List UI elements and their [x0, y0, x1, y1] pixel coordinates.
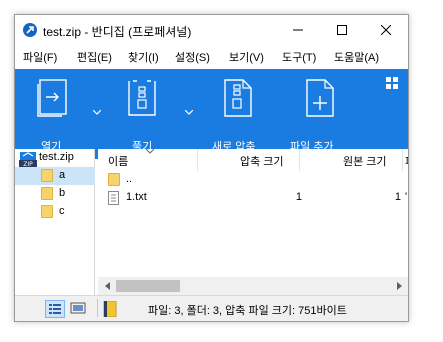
scroll-left-button[interactable] [98, 277, 116, 295]
maximize-icon [337, 25, 347, 35]
menu-tools[interactable]: 도구(T) [282, 49, 316, 65]
folder-icon [41, 205, 53, 218]
tree-item-label: b [59, 187, 66, 199]
packed-size: 1 [295, 191, 302, 203]
ribbon-toolbar: 열기 풀기 새로 압축 파일 추가 [15, 69, 408, 159]
column-header-name-label: 이름 [108, 156, 129, 168]
file-name: .. [126, 173, 133, 185]
zip-file-icon: ZIP [19, 152, 37, 167]
minimize-icon [293, 29, 303, 31]
status-bar: 파일: 3, 폴더: 3, 압축 파일 크기: 751바이트 [15, 295, 408, 321]
extract-dropdown-arrow-icon[interactable] [185, 110, 193, 115]
preview-view-button[interactable] [69, 300, 89, 318]
tree-item-label: c [59, 205, 65, 217]
tree-item-c[interactable]: c [15, 203, 95, 221]
sort-down-icon [146, 149, 154, 154]
tree-item-a[interactable]: a [15, 167, 95, 185]
text-file-icon [108, 191, 119, 205]
tree-item-label: a [59, 169, 66, 181]
bandizip-app-icon [23, 23, 37, 37]
add-file-icon [306, 79, 334, 117]
column-header-packed[interactable]: 압축 크기 [198, 149, 300, 171]
extra-value: ' [405, 191, 408, 203]
column-header-original[interactable]: 원본 크기 [300, 149, 403, 171]
menu-settings[interactable]: 설정(S) [175, 49, 210, 65]
open-archive-icon [37, 79, 67, 117]
menu-file[interactable]: 파일(F) [23, 49, 57, 65]
folder-icon [108, 173, 120, 186]
file-list: 이름 압축 크기 원본 크기 파 .. 1.txt 1 1 ' [98, 149, 408, 295]
folder-icon [41, 187, 53, 200]
window-title: test.zip - 반디집 (프로페셔널) [43, 25, 192, 39]
menu-bar: 파일(F) 편집(E) 찾기(I) 설정(S) 보기(V) 도구(T) 도움말(… [15, 45, 408, 67]
app-window: test.zip - 반디집 (프로페셔널) 파일(F) 편집(E) 찾기(I)… [14, 14, 409, 322]
menu-edit[interactable]: 편집(E) [77, 49, 112, 65]
status-divider [97, 299, 98, 317]
tree-item-b[interactable]: b [15, 185, 95, 203]
new-archive-button[interactable]: 새로 압축 [201, 69, 279, 159]
maximize-button[interactable] [320, 15, 364, 45]
open-button[interactable]: 열기 [15, 69, 91, 159]
tree-root-label: test.zip [39, 151, 74, 163]
file-name: 1.txt [126, 191, 147, 203]
folder-icon [41, 169, 53, 182]
original-size: 1 [394, 191, 401, 203]
ribbon-layout-grid-icon[interactable] [386, 77, 398, 89]
menu-find[interactable]: 찾기(I) [128, 49, 159, 65]
tree-root[interactable]: ZIP test.zip [15, 149, 95, 167]
new-archive-icon [224, 79, 252, 117]
column-header-extra[interactable]: 파 [403, 149, 408, 171]
archive-book-icon [103, 301, 117, 317]
close-icon [381, 25, 391, 35]
title-bar: test.zip - 반디집 (프로페셔널) [15, 15, 408, 45]
list-item[interactable]: 1.txt 1 1 ' [98, 189, 408, 207]
extract-icon [128, 80, 156, 116]
add-file-button[interactable]: 파일 추가 [283, 69, 363, 159]
minimize-button[interactable] [276, 15, 320, 45]
menu-help[interactable]: 도움말(A) [334, 49, 379, 65]
column-header-name[interactable]: 이름 [98, 149, 198, 171]
preview-view-icon [70, 302, 86, 314]
scrollbar-thumb[interactable] [116, 280, 180, 292]
close-button[interactable] [364, 15, 408, 45]
scroll-right-button[interactable] [390, 277, 408, 295]
extract-button[interactable]: 풀기 [107, 69, 183, 159]
open-dropdown-arrow-icon[interactable] [93, 110, 101, 115]
folder-tree: ZIP test.zip a b c [15, 149, 95, 295]
details-view-button[interactable] [45, 300, 65, 318]
chevron-right-icon [396, 282, 402, 290]
status-text: 파일: 3, 폴더: 3, 압축 파일 크기: 751바이트 [148, 305, 347, 317]
horizontal-scrollbar[interactable] [98, 277, 408, 295]
column-header-original-label: 원본 크기 [343, 156, 387, 168]
menu-view[interactable]: 보기(V) [229, 49, 264, 65]
list-item[interactable]: .. [98, 171, 408, 189]
details-view-icon [49, 304, 61, 314]
chevron-left-icon [104, 282, 110, 290]
column-header-packed-label: 압축 크기 [240, 156, 284, 168]
column-header-extra-label: 파 [405, 153, 408, 169]
